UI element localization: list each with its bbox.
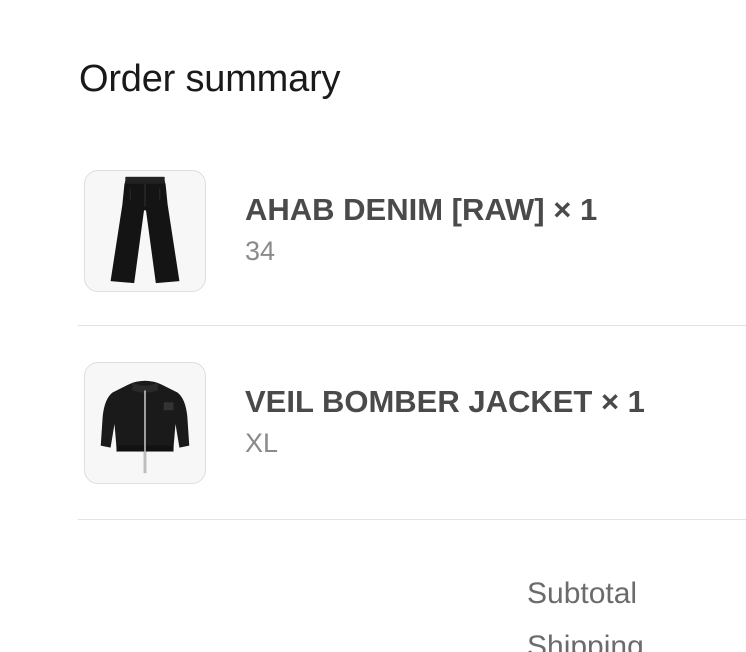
black-bomber-jacket-icon	[100, 380, 190, 474]
product-thumbnail	[84, 362, 206, 484]
line-item: AHAB DENIM [RAW] × 1 34	[78, 170, 746, 326]
black-jeans-icon	[110, 176, 180, 284]
item-name: AHAB DENIM [RAW] × 1	[245, 192, 598, 227]
divider	[78, 325, 746, 326]
shipping-label: Shipping	[527, 630, 644, 652]
item-variant: XL	[245, 428, 279, 458]
line-item: VEIL BOMBER JACKET × 1 XL	[78, 362, 746, 518]
item-name: VEIL BOMBER JACKET × 1	[245, 384, 645, 419]
product-thumbnail	[84, 170, 206, 292]
order-summary-panel: Order summary AHAB DENIM [RAW] × 1 34 VE…	[0, 0, 746, 652]
item-variant: 34	[245, 236, 276, 266]
order-summary-title: Order summary	[79, 58, 341, 100]
subtotal-label: Subtotal	[527, 577, 638, 610]
divider	[78, 519, 746, 520]
